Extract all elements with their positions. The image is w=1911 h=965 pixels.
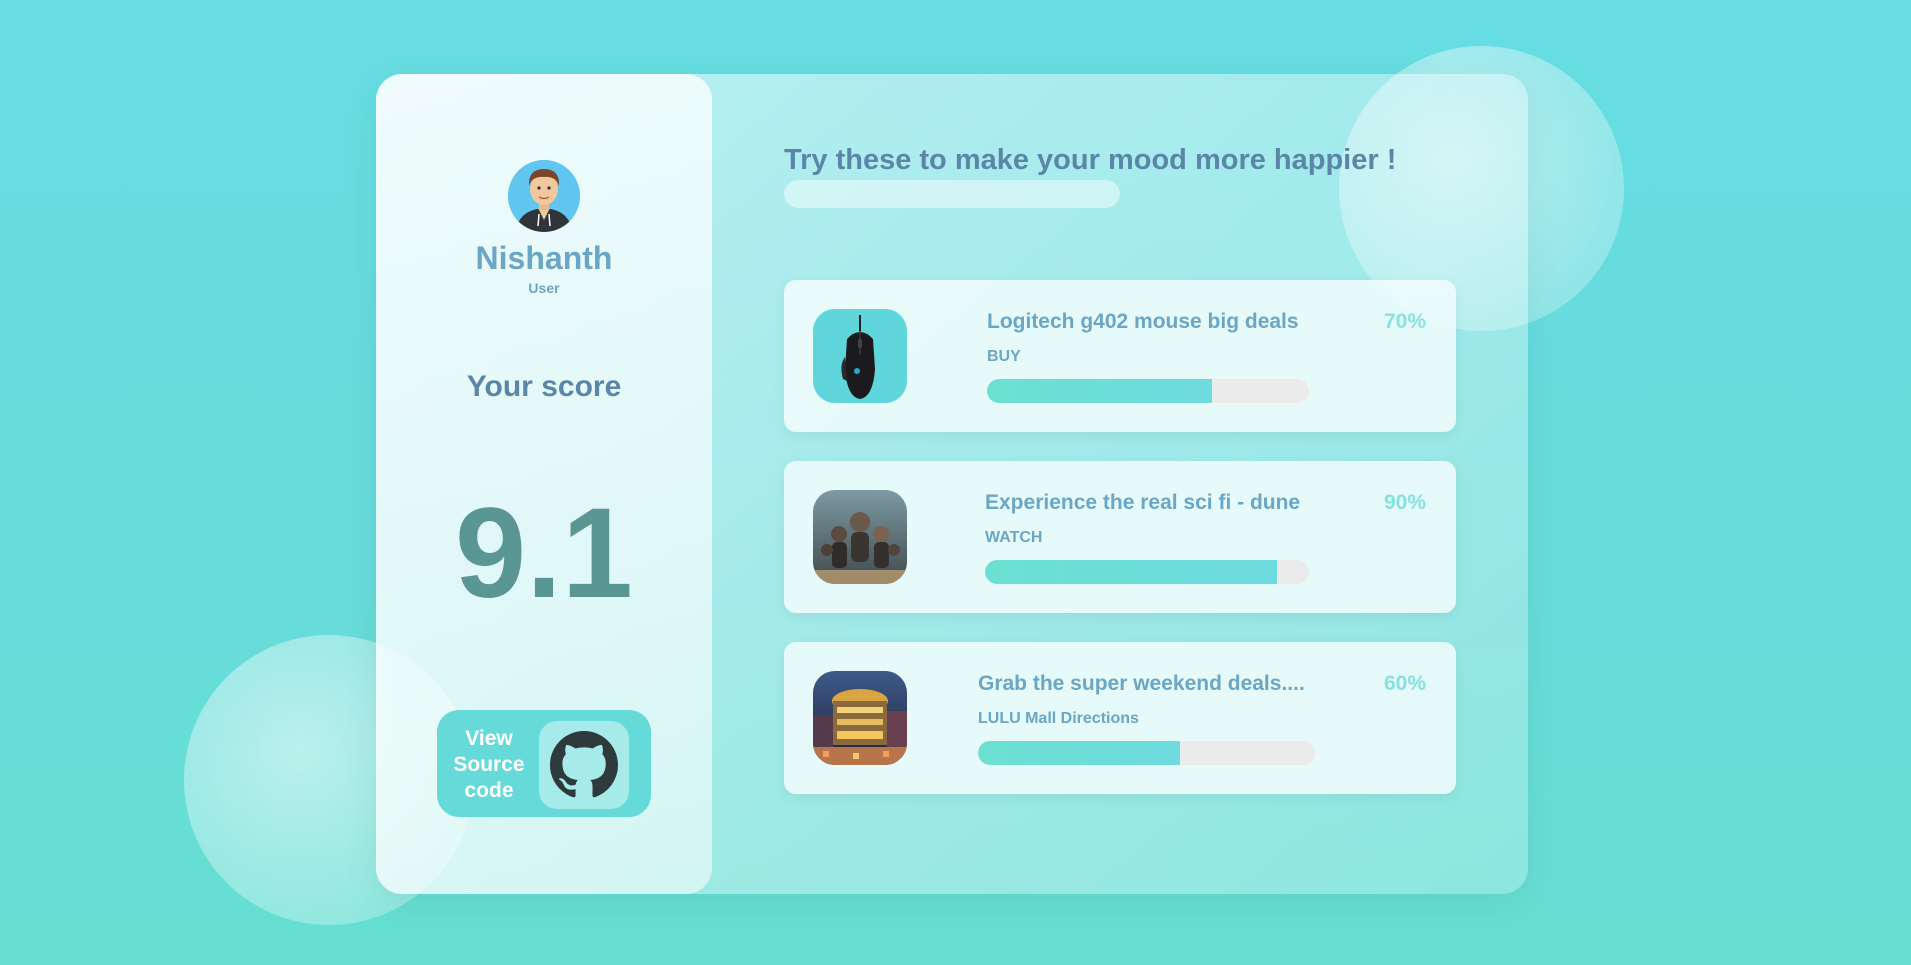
recommendation-card[interactable]: Experience the real sci fi - dune WATCH … [784,461,1456,613]
heading-underline-bar [784,180,1120,208]
recommendation-title[interactable]: Experience the real sci fi - dune [985,491,1300,515]
dune-poster-thumbnail [813,490,907,584]
recommendation-progress [987,379,1309,403]
page-heading: Try these to make your mood more happier… [784,144,1397,176]
recommendation-action[interactable]: LULU Mall Directions [978,710,1139,728]
score-value: 9.1 [455,482,633,625]
view-source-label-line: Source [453,753,525,776]
recommendation-action[interactable]: WATCH [985,529,1042,547]
github-icon [539,721,629,809]
progress-fill [987,379,1213,403]
recommendation-percent: 60% [1384,672,1427,695]
view-source-label-line: View [465,727,513,750]
recommendation-title[interactable]: Grab the super weekend deals.... [978,672,1305,696]
recommendation-action[interactable]: BUY [987,348,1021,366]
mall-thumbnail [813,671,907,765]
avatar [508,160,580,232]
view-source-label: View Source code [437,726,541,804]
mouse-thumbnail [813,309,907,403]
recommendation-title[interactable]: Logitech g402 mouse big deals [987,310,1299,334]
recommendation-card[interactable]: Logitech g402 mouse big deals BUY 70% [784,280,1456,432]
recommendation-percent: 70% [1384,310,1427,333]
recommendation-progress [985,560,1309,584]
score-label: Your score [466,370,622,403]
progress-fill [978,741,1181,765]
user-role: User [528,280,560,296]
recommendation-percent: 90% [1384,491,1427,514]
user-name: Nishanth [475,240,613,276]
progress-fill [985,560,1277,584]
recommendation-card[interactable]: Grab the super weekend deals.... LULU Ma… [784,642,1456,794]
view-source-label-line: code [464,779,514,802]
view-source-button[interactable]: View Source code [437,710,651,817]
recommendation-progress [978,741,1315,765]
